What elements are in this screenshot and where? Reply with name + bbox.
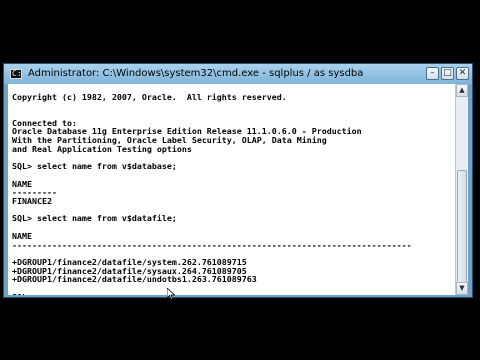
scroll-down-button[interactable]: ▼ (456, 282, 468, 295)
console-line: FINANCE2 (12, 196, 52, 207)
console-line: SQL> select name from v$database; (12, 161, 177, 172)
console-line: and Real Application Testing options (12, 143, 192, 154)
console-line: Copyright (c) 1982, 2007, Oracle. All ri… (12, 91, 287, 102)
console-line: --------- (12, 187, 57, 198)
title-bar[interactable]: C: Administrator: C:\Windows\system32\cm… (4, 64, 472, 84)
minimize-button[interactable]: – (426, 67, 439, 80)
scroll-up-icon: ▲ (459, 86, 465, 94)
scrollbar-thumb[interactable] (457, 170, 467, 284)
minimize-icon: – (430, 68, 435, 78)
console-line: ----------------------------------------… (12, 239, 412, 250)
console-line: SQL> select name from v$datafile; (12, 213, 177, 224)
window-title: Administrator: C:\Windows\system32\cmd.e… (28, 68, 364, 79)
console-output[interactable]: Copyright (c) 1982, 2007, Oracle. All ri… (8, 84, 457, 295)
cmd-icon[interactable]: C: (10, 69, 22, 79)
close-button[interactable]: ✕ (456, 67, 469, 80)
cmd-window: C: Administrator: C:\Windows\system32\cm… (3, 63, 473, 298)
close-icon: ✕ (458, 68, 467, 78)
scroll-down-icon: ▼ (459, 284, 465, 292)
console-line: SQL> (8, 293, 457, 295)
vertical-scrollbar[interactable]: ▲ ▼ (455, 84, 468, 295)
maximize-button[interactable]: □ (441, 67, 454, 80)
console-line: NAME (12, 178, 32, 189)
scroll-up-button[interactable]: ▲ (456, 84, 468, 97)
console-line: +DGROUP1/finance2/datafile/undotbs1.263.… (12, 274, 257, 285)
maximize-icon: □ (443, 68, 452, 78)
mouse-pointer-icon (167, 288, 175, 300)
